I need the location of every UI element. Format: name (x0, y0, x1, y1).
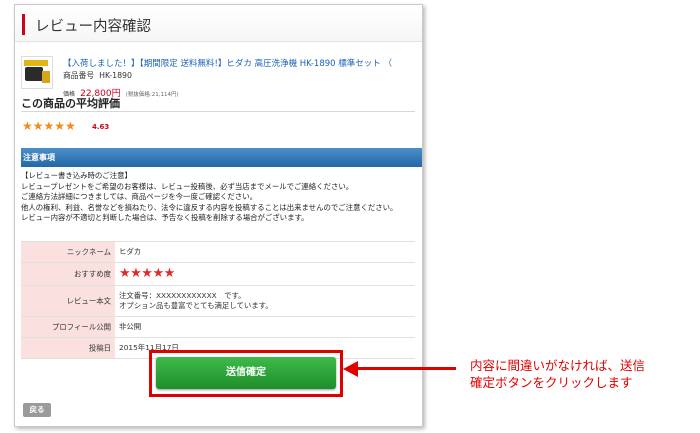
callout-line: 内容に間違いがなければ、送信 (470, 358, 646, 373)
profile-value: 非公開 (119, 322, 142, 331)
rating-stars: ★★★★★ (119, 266, 175, 281)
product-code: 商品番号 HK-1890 (63, 70, 132, 81)
back-button[interactable]: 戻る (23, 403, 51, 417)
submit-confirm-button[interactable]: 送信確定 (156, 357, 336, 389)
header-accent-bar (22, 14, 25, 35)
price-tax-note: (税抜価格:21,114円) (125, 92, 179, 98)
average-rating-title: この商品の平均評価 (21, 97, 120, 110)
review-body-line: 注文番号：XXXXXXXXXXXX です。 (119, 291, 246, 300)
review-body-label: レビュー本文 (66, 296, 111, 306)
product-name-link[interactable]: 【入荷しました！】【期間限定 送料無料!】ヒダカ 高圧洗浄機 HK-1890 標… (63, 57, 392, 69)
notice-line: ご連絡方法詳細につきましては、商品ページを今一度ご確認ください。 (21, 192, 257, 201)
notice-header-label: 注意事項 (23, 153, 55, 162)
post-date-label: 投稿日 (88, 343, 111, 353)
review-body-line: オプション品も豊富でとても満足しています。 (119, 301, 273, 310)
table-row: プロフィール公開 非公開 (21, 317, 415, 338)
pressure-washer-thumbnail-icon[interactable] (21, 56, 53, 89)
table-row: レビュー本文 注文番号：XXXXXXXXXXXX です。 オプション品も豊富でと… (21, 286, 415, 317)
review-table: ニックネーム ヒダカ おすすめ度 ★★★★★ レビュー本文 注文番号：XXXXX… (21, 241, 415, 359)
callout-arrow-line (356, 367, 456, 370)
product-code-value: HK-1890 (99, 71, 132, 80)
callout-line: 確定ボタンをクリックします (470, 375, 633, 390)
average-rating-score: 4.63 (92, 123, 110, 131)
callout-text: 内容に間違いがなければ、送信 確定ボタンをクリックします (470, 357, 645, 391)
notice-line: 他人の権利、利益、名誉などを損ねたり、法令に違反する内容を投稿することは出来ませ… (21, 202, 398, 212)
notice-line: レビュー内容が不適切と判断した場合は、予告なく投稿を削除する場合がございます。 (21, 213, 309, 222)
divider (21, 111, 415, 112)
rating-label: おすすめ度 (74, 269, 111, 279)
profile-label: プロフィール公開 (52, 322, 111, 332)
average-rating-stars: ★★★★★ (22, 119, 76, 133)
nickname-value: ヒダカ (119, 247, 142, 256)
notice-line: 【レビュー書き込み時のご注意】 (21, 171, 132, 180)
review-body-value: 注文番号：XXXXXXXXXXXX です。 オプション品も豊富でとても満足してい… (119, 291, 273, 311)
page-title: レビュー内容確認 (35, 19, 151, 35)
product-code-label: 商品番号 (63, 71, 95, 80)
table-row: ニックネーム ヒダカ (21, 242, 415, 263)
notice-header-bar: 注意事項 (21, 148, 422, 167)
notice-line: レビュープレゼントをご希望のお客様は、レビュー投稿後、必ず当店までメールでご連絡… (21, 181, 354, 191)
notice-text: 【レビュー書き込み時のご注意】 レビュープレゼントをご希望のお客様は、レビュー投… (21, 171, 397, 224)
callout-arrow-icon (343, 361, 358, 377)
page-header: レビュー内容確認 (15, 5, 422, 42)
nickname-label: ニックネーム (66, 247, 111, 257)
table-row: おすすめ度 ★★★★★ (21, 263, 415, 286)
